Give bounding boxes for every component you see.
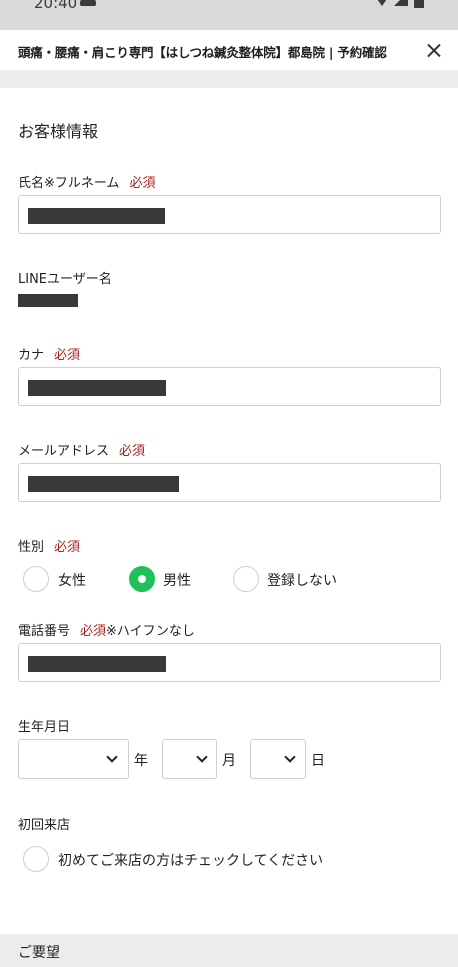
phone-input[interactable] xyxy=(18,643,441,682)
kana-required-badge: 必須 xyxy=(54,348,81,363)
name-label-text: 氏名 xyxy=(18,176,45,191)
phone-required-badge: 必須 xyxy=(80,624,107,639)
gender-radio-male[interactable] xyxy=(129,566,155,592)
gender-label: 性別 必須 xyxy=(18,536,80,555)
phone-note: ※ハイフンなし xyxy=(106,624,195,639)
email-label-text: メールアドレス xyxy=(18,444,110,459)
gender-radio-unspecified[interactable] xyxy=(233,566,259,592)
email-label: メールアドレス 必須 xyxy=(18,440,145,459)
first-visit-checkbox-label: 初めてご来店の方はチェックしてください xyxy=(58,853,324,869)
birth-year-select[interactable] xyxy=(18,739,129,779)
gender-label-text: 性別 xyxy=(18,540,45,555)
email-input[interactable] xyxy=(18,463,441,502)
birthday-label: 生年月日 xyxy=(18,720,71,735)
gender-radio-female[interactable] xyxy=(23,566,49,592)
name-note: ※フルネーム xyxy=(44,176,120,191)
redacted-value xyxy=(28,656,166,672)
section-title: お客様情報 xyxy=(18,122,99,141)
gender-required-badge: 必須 xyxy=(54,540,81,555)
name-label: 氏名※フルネーム 必須 xyxy=(18,172,156,191)
birth-day-select[interactable] xyxy=(250,739,306,779)
requests-label: ご要望 xyxy=(18,945,60,961)
email-required-badge: 必須 xyxy=(119,444,146,459)
year-unit: 年 xyxy=(134,753,148,769)
day-unit: 日 xyxy=(311,753,325,769)
chevron-down-icon xyxy=(196,751,208,763)
redacted-value xyxy=(28,208,165,224)
cloud-icon xyxy=(80,0,96,6)
phone-label: 電話番号 必須※ハイフンなし xyxy=(18,620,195,639)
name-required-badge: 必須 xyxy=(129,176,156,191)
redacted-value xyxy=(28,380,166,396)
header-divider-band xyxy=(0,70,458,88)
page-title: 頭痛・腰痛・肩こり専門【はしつね鍼灸整体院】都島院 | 予約確認 xyxy=(18,45,387,60)
gender-option-unspecified: 登録しない xyxy=(267,573,337,589)
requests-section-header: ご要望 xyxy=(0,934,458,967)
kana-label-text: カナ xyxy=(18,348,45,363)
line-name-value-redacted xyxy=(18,294,78,307)
wifi-icon xyxy=(372,0,392,6)
gender-option-female: 女性 xyxy=(58,573,86,589)
first-visit-label: 初回来店 xyxy=(18,818,71,833)
phone-label-text: 電話番号 xyxy=(18,624,71,639)
birth-month-select[interactable] xyxy=(162,739,217,779)
signal-icon xyxy=(394,0,408,6)
line-name-label: LINEユーザー名 xyxy=(18,272,112,287)
kana-input[interactable] xyxy=(18,367,441,406)
first-visit-checkbox[interactable] xyxy=(23,846,49,872)
chevron-down-icon xyxy=(106,751,118,763)
battery-icon xyxy=(414,0,424,8)
gender-option-male: 男性 xyxy=(163,573,191,589)
chevron-down-icon xyxy=(284,751,296,763)
close-icon[interactable] xyxy=(425,42,443,60)
status-time: 20:40 xyxy=(34,0,78,12)
name-input[interactable] xyxy=(18,195,441,234)
month-unit: 月 xyxy=(222,753,236,769)
kana-label: カナ 必須 xyxy=(18,344,80,363)
page-header: 頭痛・腰痛・肩こり専門【はしつね鍼灸整体院】都島院 | 予約確認 xyxy=(0,30,458,70)
redacted-value xyxy=(28,476,179,492)
status-bar: 20:40 xyxy=(0,0,458,30)
